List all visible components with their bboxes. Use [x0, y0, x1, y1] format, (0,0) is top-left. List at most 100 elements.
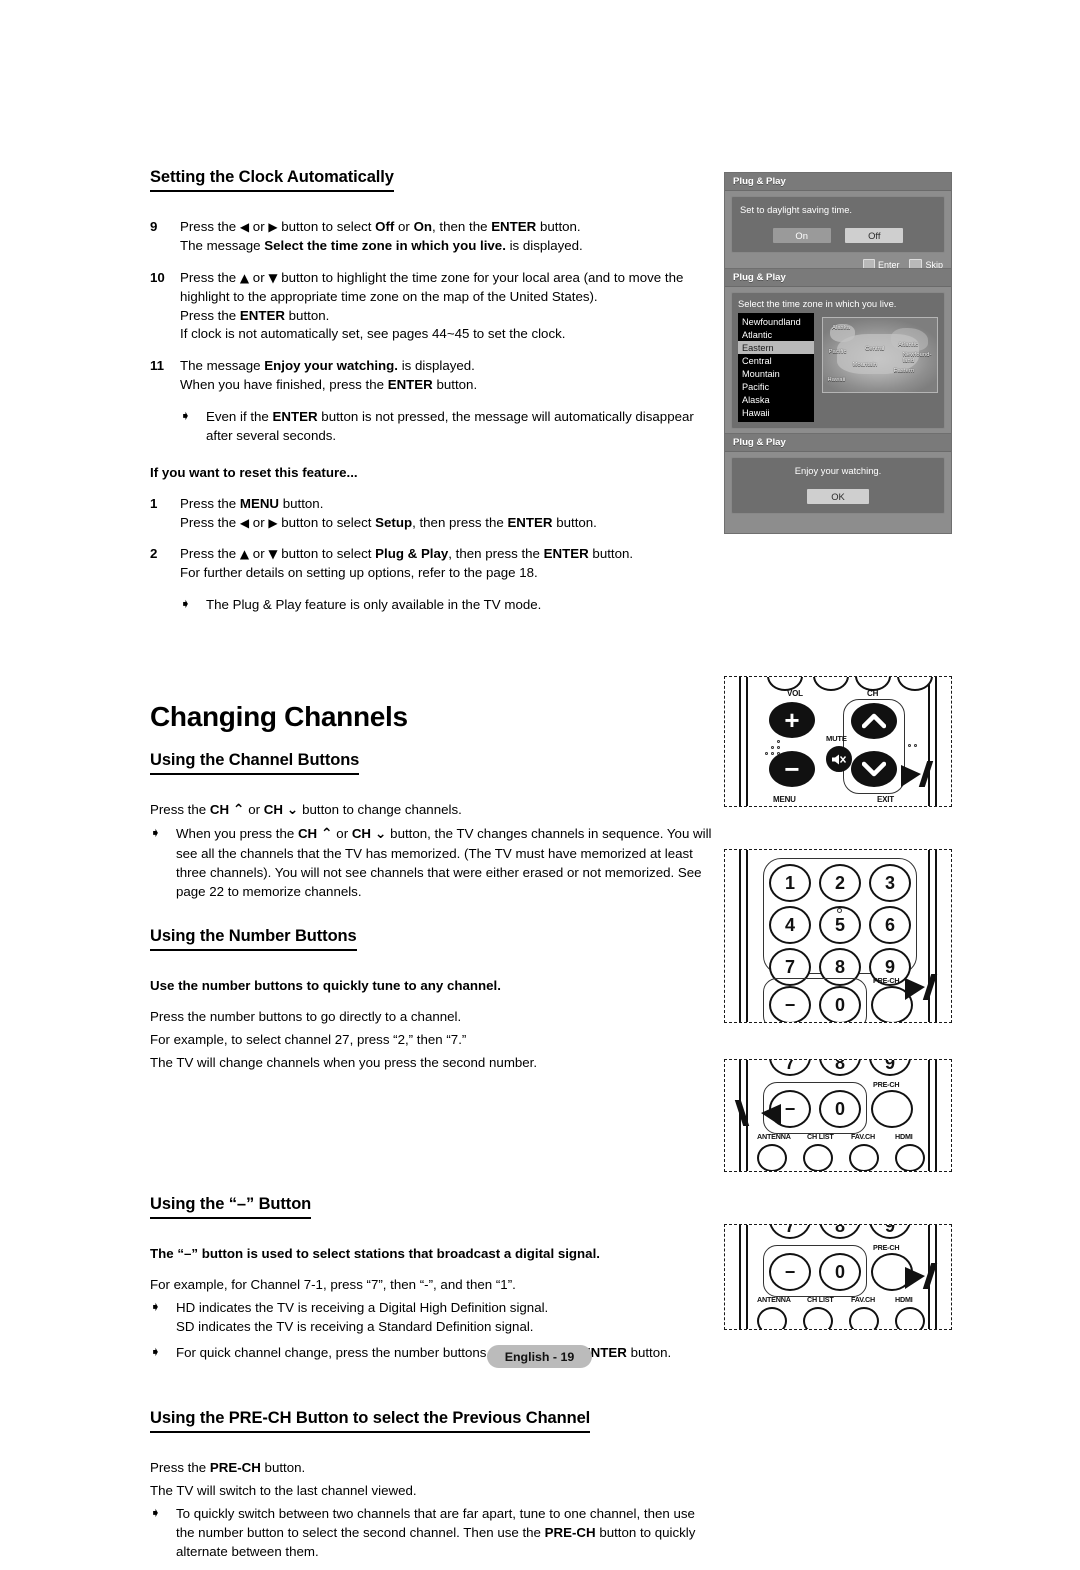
heading-pre-ch-button: Using the PRE-CH Button to select the Pr…	[150, 1409, 590, 1434]
menu-label: MENU	[773, 795, 796, 804]
numpad-key-zero[interactable]: 0	[819, 986, 861, 1022]
numpad-key-3[interactable]: 3	[869, 864, 911, 902]
number-buttons-line: For example, to select channel 27, press…	[150, 1032, 467, 1048]
pre-ch-button[interactable]	[871, 1090, 913, 1128]
numpad-key-9[interactable]: 9	[869, 1060, 911, 1076]
antenna-button[interactable]	[757, 1307, 787, 1329]
hdmi-label: HDMI	[895, 1295, 913, 1304]
numpad-key-6[interactable]: 6	[869, 906, 911, 944]
step-text: Press the ▲ or ▼ button to highlight the…	[180, 269, 684, 342]
page-footer-badge: English - 19	[487, 1345, 592, 1368]
fav-ch-label: FAV.CH	[851, 1132, 875, 1141]
ch-list-label: CH LIST	[807, 1295, 834, 1304]
note-bullet: ➧ For quick channel change, press the nu…	[150, 1344, 715, 1363]
osd-message: Set to daylight saving time.	[740, 204, 853, 215]
reset-step-item: 2 Press the ▲ or ▼ button to select Plug…	[150, 545, 715, 583]
osd-daylight-saving: Plug & Play Set to daylight saving time.…	[724, 172, 952, 273]
osd-title: Plug & Play	[725, 434, 951, 452]
remote-illustration-channel-buttons: VOL CH + − MUTE MENU EXIT	[724, 676, 952, 807]
pointer-arrow-icon	[905, 978, 925, 1000]
map-label: Hawaii	[827, 377, 846, 384]
timezone-option[interactable]: Hawaii	[738, 407, 814, 420]
volume-up-button[interactable]: +	[769, 702, 815, 738]
numpad-key-4[interactable]: 4	[769, 906, 811, 944]
mute-button[interactable]	[826, 746, 852, 772]
dash-button-lead: The “–” button is used to select station…	[150, 1245, 600, 1261]
numpad-key-8[interactable]: 8	[819, 1225, 861, 1239]
osd-message: Enjoy your watching.	[794, 465, 882, 476]
timezone-option[interactable]: Atlantic	[738, 328, 814, 341]
note-bullet: ➧ The Plug & Play feature is only availa…	[180, 596, 715, 615]
volume-down-button[interactable]: −	[769, 751, 815, 787]
channel-down-button[interactable]	[851, 751, 897, 787]
hdmi-button[interactable]	[895, 1144, 925, 1171]
antenna-label: ANTENNA	[757, 1295, 791, 1304]
numpad-key-7[interactable]: 7	[769, 1225, 811, 1239]
timezone-option[interactable]: Central	[738, 354, 814, 367]
channel-buttons-intro: Press the CH ⌃ or CH ⌄ button to change …	[150, 802, 462, 818]
note-text: The Plug & Play feature is only availabl…	[206, 597, 542, 613]
antenna-button[interactable]	[757, 1144, 787, 1171]
numpad-key-dash[interactable]: −	[769, 986, 811, 1022]
osd-button-off[interactable]: Off	[845, 228, 904, 243]
numpad-key-8[interactable]: 8	[819, 1060, 861, 1076]
numpad-key-9[interactable]: 9	[869, 1225, 911, 1239]
timezone-option[interactable]: Mountain	[738, 368, 814, 381]
map-label: Mountain	[852, 362, 878, 369]
timezone-option[interactable]: Pacific	[738, 381, 814, 394]
numpad-key-2[interactable]: 2	[819, 864, 861, 902]
osd-button-on[interactable]: On	[772, 228, 831, 243]
timezone-list[interactable]: Newfoundland Atlantic Eastern Central Mo…	[738, 313, 814, 423]
note-text: HD indicates the TV is receiving a Digit…	[176, 1299, 549, 1334]
timezone-option-selected[interactable]: Eastern	[738, 341, 814, 355]
osd-message: Select the time zone in which you live.	[738, 298, 897, 309]
arrow-bullet-icon: ➧	[180, 408, 191, 423]
osd-body: Set to daylight saving time. On Off	[731, 196, 945, 253]
note-text: For quick channel change, press the numb…	[176, 1345, 672, 1361]
timezone-option[interactable]: Newfoundland	[738, 315, 814, 328]
numpad-key-dash[interactable]: −	[769, 1253, 811, 1291]
step-item: 11 The message Enjoy your watching. is d…	[150, 357, 715, 395]
osd-button-row: On Off	[740, 228, 936, 243]
remote-illustration-pre-ch-button: 7 8 9 − 0 PRE-CH ANTENNA CH LIST FAV.CH …	[724, 1224, 952, 1330]
numpad-key-7[interactable]: 7	[769, 1060, 811, 1076]
number-buttons-lead: Use the number buttons to quickly tune t…	[150, 978, 501, 994]
step-text: Press the ◀ or ▶ button to select Off or…	[180, 219, 583, 253]
ch-list-button[interactable]	[803, 1307, 833, 1329]
timezone-option[interactable]: Alaska	[738, 394, 814, 407]
dash-button-example: For example, for Channel 7-1, press “7”,…	[150, 1276, 516, 1292]
ch-list-button[interactable]	[803, 1144, 833, 1171]
step-text: Press the MENU button. Press the ◀ or ▶ …	[180, 495, 597, 530]
osd-body: Enjoy your watching. OK	[731, 457, 945, 514]
note-bullet: ➧ HD indicates the TV is receiving a Dig…	[150, 1299, 715, 1337]
pre-ch-line: The TV will switch to the last channel v…	[150, 1483, 417, 1499]
fav-ch-button[interactable]	[849, 1144, 879, 1171]
vol-label: VOL	[787, 689, 803, 698]
reset-feature-heading: If you want to reset this feature...	[150, 464, 358, 480]
numpad-key-zero[interactable]: 0	[819, 1253, 861, 1291]
hdmi-button[interactable]	[895, 1307, 925, 1329]
heading-setting-clock: Setting the Clock Automatically	[150, 168, 394, 192]
hdmi-label: HDMI	[895, 1132, 913, 1141]
number-buttons-line: The TV will change channels when you pre…	[150, 1055, 538, 1070]
channel-up-button[interactable]	[851, 703, 897, 739]
pointer-arrow-icon	[761, 1104, 781, 1126]
numpad-key-1[interactable]: 1	[769, 864, 811, 902]
fav-ch-label: FAV.CH	[851, 1295, 875, 1304]
remote-body-edge-left	[739, 677, 748, 806]
mute-icon	[832, 754, 847, 764]
pre-ch-label: PRE-CH	[873, 1243, 900, 1252]
remote-upper-key[interactable]	[813, 677, 849, 691]
antenna-label: ANTENNA	[757, 1132, 791, 1141]
remote-illustration-number-buttons: 1 2 3 4 5 6 7 8 9 − 0 PRE-CH ANTENNA CH …	[724, 849, 952, 1023]
numpad-key-zero[interactable]: 0	[819, 1090, 861, 1128]
us-timezone-map: Alaska Pacific Central Atlantic Newfound…	[822, 317, 938, 393]
osd-enjoy-watching: Plug & Play Enjoy your watching. OK	[724, 433, 952, 534]
fav-ch-button[interactable]	[849, 1307, 879, 1329]
exit-label: EXIT	[877, 795, 894, 804]
osd-button-ok[interactable]: OK	[807, 489, 869, 504]
map-label: Central	[865, 346, 885, 353]
osd-button-row: OK	[740, 489, 936, 504]
step-number: 11	[150, 358, 165, 374]
step-item: 9 Press the ◀ or ▶ button to select Off …	[150, 218, 715, 256]
